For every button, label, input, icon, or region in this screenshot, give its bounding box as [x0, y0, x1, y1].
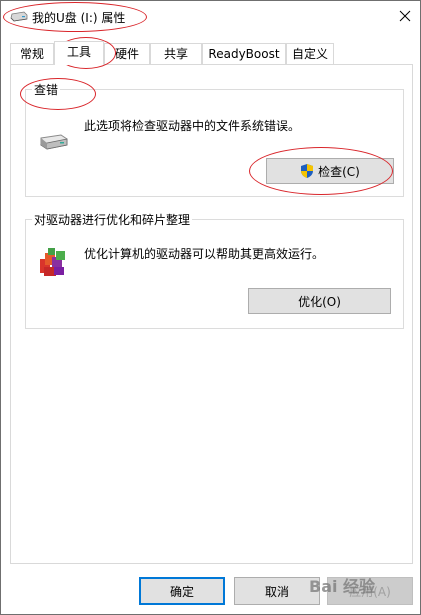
- ok-button-label: 确定: [169, 584, 194, 599]
- tab-hardware[interactable]: 硬件: [104, 43, 150, 64]
- title-bar: 我的U盘 (I:) 属性: [1, 1, 420, 31]
- cancel-button[interactable]: 取消: [234, 577, 320, 605]
- close-icon: [399, 10, 411, 22]
- tab-general[interactable]: 常规: [10, 43, 54, 64]
- drive-icon: [40, 134, 68, 150]
- tab-readyboost[interactable]: ReadyBoost: [202, 43, 286, 64]
- optimize-description: 优化计算机的驱动器可以帮助其更高效运行。: [84, 247, 325, 261]
- properties-window: 我的U盘 (I:) 属性 常规 工具 硬件 共享 ReadyBoost 自定义 …: [0, 0, 421, 615]
- optimize-button-label: 优化(O): [298, 294, 341, 309]
- window-title: 我的U盘 (I:) 属性: [32, 11, 126, 25]
- tab-customize[interactable]: 自定义: [286, 43, 334, 64]
- error-check-group: 查错 此选项将检查驱动器中的文件系统错误。 检查(C): [25, 81, 404, 197]
- usb-drive-icon: [10, 11, 28, 22]
- optimize-button[interactable]: 优化(O): [248, 288, 391, 314]
- cancel-button-label: 取消: [264, 584, 289, 599]
- check-button-label: 检查(C): [318, 164, 360, 179]
- uac-shield-icon: [301, 164, 314, 178]
- check-button[interactable]: 检查(C): [266, 158, 394, 184]
- tab-tools[interactable]: 工具: [54, 41, 104, 65]
- close-button[interactable]: [390, 1, 420, 31]
- defrag-icon: [40, 248, 65, 276]
- error-check-title: 查错: [32, 81, 61, 98]
- baidu-watermark: Bai 经验: [309, 577, 376, 596]
- ok-button[interactable]: 确定: [139, 577, 225, 605]
- tools-panel: 查错 此选项将检查驱动器中的文件系统错误。 检查(C) 对驱动器进行优化和碎片整…: [10, 64, 413, 564]
- optimize-title: 对驱动器进行优化和碎片整理: [32, 211, 193, 228]
- optimize-group: 对驱动器进行优化和碎片整理 优化计算机的驱动器可以帮助其更高效运行。 优化(O): [25, 211, 404, 329]
- error-check-description: 此选项将检查驱动器中的文件系统错误。: [84, 119, 301, 133]
- tab-sharing[interactable]: 共享: [150, 43, 202, 64]
